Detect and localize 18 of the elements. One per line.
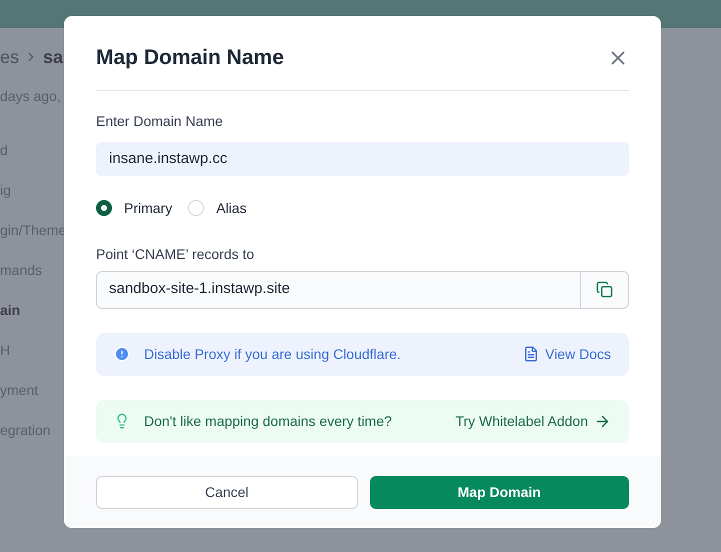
- map-domain-button[interactable]: Map Domain: [370, 476, 629, 508]
- document-icon: [523, 346, 540, 362]
- field-label: Enter Domain Name: [96, 112, 224, 130]
- banner-text: Don't like mapping domains every time?: [144, 412, 393, 431]
- banner-text: Disable Proxy if you are using Cloudflare.: [144, 344, 402, 364]
- field-label: Point ‘CNAME’ records to: [96, 244, 256, 264]
- radio-option[interactable]: Alias: [188, 198, 247, 218]
- domain-input-field[interactable]: insane.instawp.cc: [96, 142, 629, 176]
- radio-option[interactable]: Primary: [96, 198, 172, 218]
- cancel-button[interactable]: Cancel: [96, 476, 358, 508]
- addon-link[interactable]: Try Whitelabel Addon: [455, 410, 611, 432]
- alert-icon: [114, 346, 130, 362]
- cname-field[interactable]: sandbox-site-1.instawp.site: [96, 270, 629, 308]
- dialog-title: Map Domain Name: [96, 45, 284, 71]
- copy-icon: [596, 281, 613, 298]
- breadcrumb-item[interactable]: sa: [43, 44, 64, 70]
- docs-link[interactable]: View Docs: [523, 344, 611, 364]
- breadcrumb-item[interactable]: es: [0, 44, 20, 70]
